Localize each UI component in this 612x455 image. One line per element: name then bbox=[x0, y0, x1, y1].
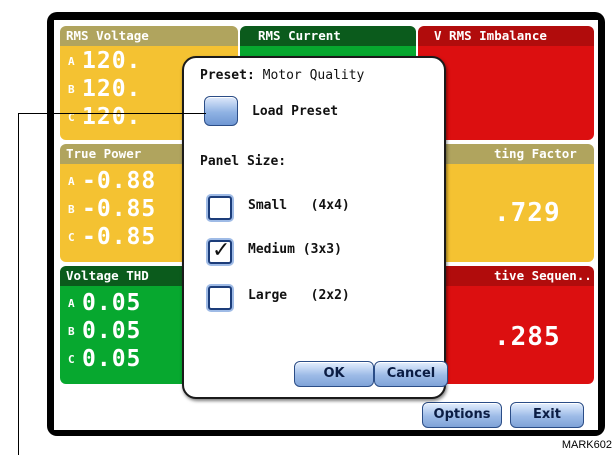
preset-dialog: Preset: Motor Quality Load Preset Panel … bbox=[182, 56, 448, 399]
preset-label: Preset: bbox=[200, 68, 255, 83]
size-medium-label: Medium (3x3) bbox=[248, 242, 342, 257]
phase-value: 120. bbox=[82, 76, 142, 102]
preset-value: Motor Quality bbox=[262, 68, 365, 83]
panel-value: .729 bbox=[494, 198, 561, 228]
phase-label: B bbox=[68, 82, 75, 96]
panel-size-label: Panel Size: bbox=[200, 154, 287, 169]
phase-row: A 120. bbox=[68, 48, 141, 74]
options-button[interactable]: Options bbox=[422, 402, 502, 428]
phase-value: 0.05 bbox=[82, 346, 142, 372]
phase-label: A bbox=[68, 296, 75, 310]
panel-title: RMS Voltage bbox=[60, 26, 238, 46]
phase-label: A bbox=[68, 54, 75, 68]
phase-value: 0.05 bbox=[82, 318, 142, 344]
phase-label: B bbox=[68, 202, 75, 216]
panel-title: V RMS Imbalance bbox=[418, 26, 594, 46]
phase-row: B 0.05 bbox=[68, 318, 141, 344]
phase-row: A -0.88 bbox=[68, 168, 156, 194]
callout-line bbox=[18, 113, 19, 455]
panel-value: .285 bbox=[494, 322, 561, 352]
ok-button[interactable]: OK bbox=[294, 361, 374, 387]
phase-value: 120. bbox=[82, 48, 142, 74]
phase-label: C bbox=[68, 230, 75, 244]
load-preset-label: Load Preset bbox=[252, 104, 339, 119]
load-preset-button[interactable] bbox=[204, 96, 238, 126]
phase-row: C 0.05 bbox=[68, 346, 141, 372]
phase-row: A 0.05 bbox=[68, 290, 141, 316]
figure-label: MARK602 bbox=[561, 439, 612, 451]
checkmark-icon: ✓ bbox=[212, 238, 231, 263]
phase-label: A bbox=[68, 174, 75, 188]
phase-row: B 120. bbox=[68, 76, 141, 102]
callout-line bbox=[18, 113, 206, 114]
phase-value: 120. bbox=[82, 104, 142, 130]
preset-row: Preset: Motor Quality bbox=[200, 68, 364, 83]
phase-value: -0.85 bbox=[82, 224, 157, 250]
cancel-button[interactable]: Cancel bbox=[374, 361, 448, 387]
size-small-checkbox[interactable] bbox=[208, 196, 232, 220]
phase-row: C -0.85 bbox=[68, 224, 156, 250]
phase-value: 0.05 bbox=[82, 290, 142, 316]
phase-value: -0.85 bbox=[82, 196, 157, 222]
panel-title: RMS Current bbox=[240, 26, 416, 46]
size-large-checkbox[interactable] bbox=[208, 286, 232, 310]
size-large-label: Large (2x2) bbox=[248, 288, 350, 303]
exit-button[interactable]: Exit bbox=[510, 402, 584, 428]
phase-label: C bbox=[68, 352, 75, 366]
phase-row: B -0.85 bbox=[68, 196, 156, 222]
size-small-label: Small (4x4) bbox=[248, 198, 350, 213]
size-medium-checkbox[interactable]: ✓ bbox=[208, 238, 232, 264]
phase-label: B bbox=[68, 324, 75, 338]
phase-value: -0.88 bbox=[82, 168, 157, 194]
phase-row: C 120. bbox=[68, 104, 141, 130]
